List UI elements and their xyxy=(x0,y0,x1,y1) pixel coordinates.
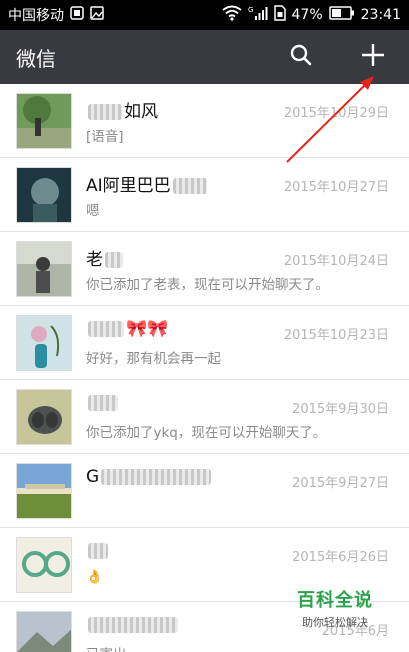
chat-time: 2015年9月30日 xyxy=(292,401,389,417)
redacted-text xyxy=(101,468,212,485)
chat-time: 2015年10月23日 xyxy=(283,327,389,343)
add-icon xyxy=(360,42,386,72)
chat-preview: 👌 xyxy=(86,568,103,585)
redacted-text xyxy=(88,616,178,633)
chat-preview: 你已添加了ykq，现在可以开始聊天了。 xyxy=(86,424,327,441)
redacted-text xyxy=(88,542,108,559)
redacted-text xyxy=(88,103,122,120)
chat-item[interactable]: G 2015年9月27日 xyxy=(0,454,409,528)
avatar xyxy=(16,536,72,593)
add-button[interactable] xyxy=(359,43,387,71)
redacted-text xyxy=(88,394,118,411)
chat-item[interactable]: 你已添加了ykq，现在可以开始聊天了。 2015年9月30日 xyxy=(0,380,409,454)
sim-icon xyxy=(273,5,286,25)
avatar xyxy=(16,462,72,519)
avatar xyxy=(16,610,72,652)
chat-preview: 已寄出 xyxy=(86,643,127,652)
avatar xyxy=(16,166,72,223)
chat-item[interactable]: 如风 [语音] 2015年10月29日 xyxy=(0,84,409,158)
app-title: 微信 xyxy=(16,46,56,71)
chat-item[interactable]: AI阿里巴巴 嗯 2015年10月27日 xyxy=(0,158,409,232)
avatar xyxy=(16,92,72,149)
chat-preview: 你已添加了老表，现在可以开始聊天了。 xyxy=(86,276,329,293)
chat-preview: [语音] xyxy=(86,128,124,145)
redacted-text xyxy=(105,251,123,268)
watermark: 百科全说 助你轻松解决 xyxy=(290,586,380,630)
redacted-text xyxy=(172,177,207,194)
watermark-subtitle: 助你轻松解决 xyxy=(302,616,368,629)
chat-item[interactable]: 🎀🎀 好好，那有机会再一起 2015年10月23日 xyxy=(0,306,409,380)
battery-percent: 47% xyxy=(291,7,323,23)
redacted-text xyxy=(88,320,124,337)
app-bar: 微信 xyxy=(0,30,409,84)
signal-icon: G xyxy=(248,5,268,25)
chat-preview: 好好，那有机会再一起 xyxy=(86,350,221,367)
search-icon xyxy=(289,43,313,71)
chat-time: 2015年10月24日 xyxy=(283,253,389,269)
battery-icon xyxy=(328,6,355,24)
chat-time: 2015年6月26日 xyxy=(292,549,389,565)
carrier-label: 中国移动 xyxy=(8,8,64,24)
chat-time: 2015年10月29日 xyxy=(283,105,389,121)
chat-time: 2015年10月27日 xyxy=(283,179,389,195)
avatar xyxy=(16,388,72,445)
status-bar: 中国移动 G 47% 23:41 xyxy=(0,0,409,30)
chat-name: 老 xyxy=(86,249,103,270)
image-icon xyxy=(90,6,104,24)
wifi-icon xyxy=(221,5,242,25)
avatar xyxy=(16,240,72,297)
chat-name: G xyxy=(86,466,100,487)
watermark-title: 百科全说 xyxy=(297,590,373,611)
chat-time: 2015年9月27日 xyxy=(292,475,389,491)
notification-icon xyxy=(70,6,84,24)
network-type-label: G xyxy=(248,6,253,14)
chat-item[interactable]: 老 你已添加了老表，现在可以开始聊天了。 2015年10月24日 xyxy=(0,232,409,306)
chat-name: 🎀🎀 xyxy=(126,318,169,339)
clock: 23:41 xyxy=(360,7,401,23)
search-button[interactable] xyxy=(287,43,315,71)
chat-name: 如风 xyxy=(124,101,158,122)
chat-list: 如风 [语音] 2015年10月29日 AI阿里巴巴 嗯 2015年10月27日… xyxy=(0,84,409,652)
chat-preview: 嗯 xyxy=(86,202,100,219)
avatar xyxy=(16,314,72,371)
chat-name: AI阿里巴巴 xyxy=(86,175,171,196)
